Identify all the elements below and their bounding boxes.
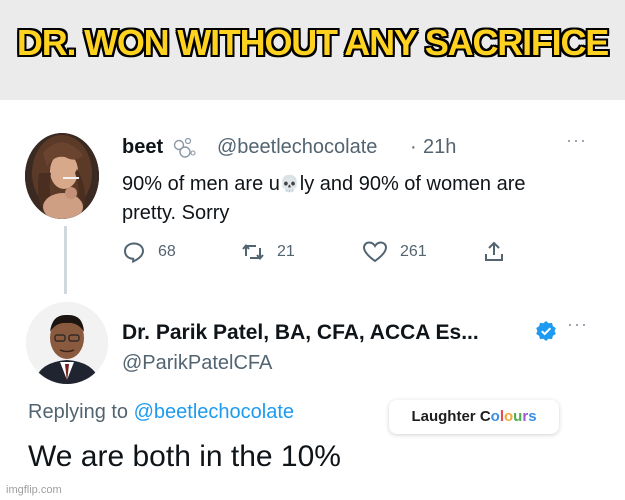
separator-dot: · — [410, 136, 417, 158]
verified-badge-icon — [535, 320, 557, 347]
reply-icon — [123, 242, 145, 264]
like-count: 261 — [400, 243, 427, 260]
tweet2-handle[interactable]: @ParikPatelCFA — [122, 352, 272, 375]
heart-icon — [362, 241, 388, 263]
more-options-icon[interactable]: ··· — [566, 130, 587, 151]
like-button[interactable]: 261 — [362, 240, 427, 264]
reply-count: 68 — [158, 243, 176, 260]
tweet2-text: We are both in the 10% — [28, 440, 341, 473]
thread-connector-line — [64, 226, 67, 294]
tweet1-text: 90% of men are u💀ly and 90% of women are… — [122, 170, 572, 228]
retweet-button[interactable]: 21 — [241, 240, 295, 264]
share-icon — [485, 241, 503, 261]
replying-to-link[interactable]: @beetlechocolate — [134, 401, 294, 423]
reply-button[interactable]: 68 — [122, 240, 176, 264]
meme-banner: DR. WON WITHOUT ANY SACRIFICE — [0, 0, 625, 100]
share-button[interactable] — [482, 240, 506, 264]
tweet1-timestamp[interactable]: 21h — [423, 136, 456, 159]
skull-emoji: 💀 — [279, 176, 300, 193]
more-options-icon[interactable]: ··· — [567, 314, 588, 335]
tweet2-display-name[interactable]: Dr. Parik Patel, BA, CFA, ACCA Es... — [122, 321, 479, 345]
imgflip-watermark: imgflip.com — [6, 484, 62, 496]
retweet-icon — [242, 243, 264, 261]
retweet-count: 21 — [277, 243, 295, 260]
tweet1-handle[interactable]: @beetlechocolate — [217, 136, 377, 159]
avatar-beetlechocolate[interactable] — [25, 133, 99, 219]
laughter-colours-watermark: Laughter Colours — [389, 400, 559, 434]
tweet1-display-name[interactable]: beet — [122, 136, 163, 159]
replying-to-line: Replying to @beetlechocolate — [28, 401, 295, 423]
meme-caption: DR. WON WITHOUT ANY SACRIFICE — [16, 22, 609, 63]
avatar-parikpatelcfa[interactable] — [26, 302, 108, 384]
bubbles-icon — [173, 137, 203, 164]
